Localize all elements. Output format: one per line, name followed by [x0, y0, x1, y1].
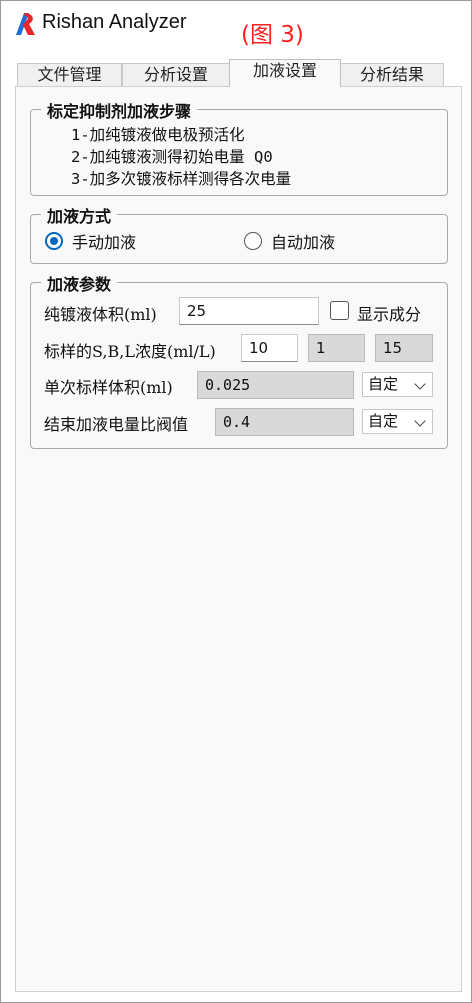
tab-analysis-results[interactable]: 分析结果 [340, 63, 444, 86]
chevron-down-icon [414, 378, 426, 390]
dosing-mode-title: 加液方式 [41, 203, 118, 227]
single-volume-mode-select[interactable]: 自定 [362, 372, 433, 397]
tab-file-management[interactable]: 文件管理 [17, 63, 122, 86]
dosing-params-title: 加液参数 [41, 271, 118, 295]
dosing-params-group: 加液参数 纯镀液体积(ml) 25 显示成分 标样的S,B,L浓度(ml/L) … [30, 271, 448, 449]
dosing-settings-panel: 标定抑制剂加液步骤 1-加纯镀液做电极预活化 2-加纯镀液测得初始电量 Q0 3… [15, 86, 462, 992]
tab-dosing-settings[interactable]: 加液设置 [229, 59, 341, 87]
title-bar: Rishan Analyzer (图 3) [1, 1, 471, 48]
single-volume-label: 单次标样体积(ml) [44, 378, 173, 397]
concentration-label: 标样的S,B,L浓度(ml/L) [44, 342, 216, 361]
app-window: Rishan Analyzer (图 3) 文件管理 分析设置 加液设置 分析结… [0, 0, 472, 1003]
end-threshold-input: 0.4 [215, 408, 354, 436]
concentration-s-input[interactable]: 10 [241, 334, 298, 362]
radio-unselected-icon[interactable] [244, 232, 262, 250]
calibration-steps-title: 标定抑制剂加液步骤 [41, 98, 198, 122]
app-logo-icon [13, 11, 37, 37]
app-title: Rishan Analyzer [42, 11, 187, 33]
end-threshold-mode-value: 自定 [368, 412, 399, 430]
step-item: 1-加纯镀液做电极预活化 [71, 126, 245, 144]
end-threshold-mode-select[interactable]: 自定 [362, 409, 433, 434]
radio-selected-icon[interactable] [45, 232, 63, 250]
radio-manual-label: 手动加液 [72, 233, 137, 252]
step-item: 2-加纯镀液测得初始电量 Q0 [71, 148, 273, 166]
radio-manual-dosing[interactable]: 手动加液 [45, 230, 136, 252]
dosing-mode-group: 加液方式 手动加液 自动加液 [30, 203, 448, 264]
radio-auto-label: 自动加液 [271, 233, 336, 252]
pure-volume-label: 纯镀液体积(ml) [44, 305, 157, 324]
tab-strip: 文件管理 分析设置 加液设置 分析结果 [17, 59, 457, 87]
show-components-label: 显示成分 [357, 305, 422, 324]
radio-auto-dosing[interactable]: 自动加液 [244, 230, 335, 252]
concentration-l-input: 15 [375, 334, 433, 362]
single-volume-mode-value: 自定 [368, 375, 399, 393]
step-item: 3-加多次镀液标样测得各次电量 [71, 170, 292, 188]
tab-analysis-settings[interactable]: 分析设置 [122, 63, 230, 86]
chevron-down-icon [414, 415, 426, 427]
calibration-steps-group: 标定抑制剂加液步骤 1-加纯镀液做电极预活化 2-加纯镀液测得初始电量 Q0 3… [30, 98, 448, 196]
concentration-b-input: 1 [308, 334, 365, 362]
end-threshold-label: 结束加液电量比阀值 [44, 415, 189, 434]
show-components-checkbox[interactable] [330, 301, 349, 320]
pure-volume-input[interactable]: 25 [179, 297, 319, 325]
figure-tag: (图 3) [241, 22, 304, 48]
single-volume-input: 0.025 [197, 371, 354, 399]
